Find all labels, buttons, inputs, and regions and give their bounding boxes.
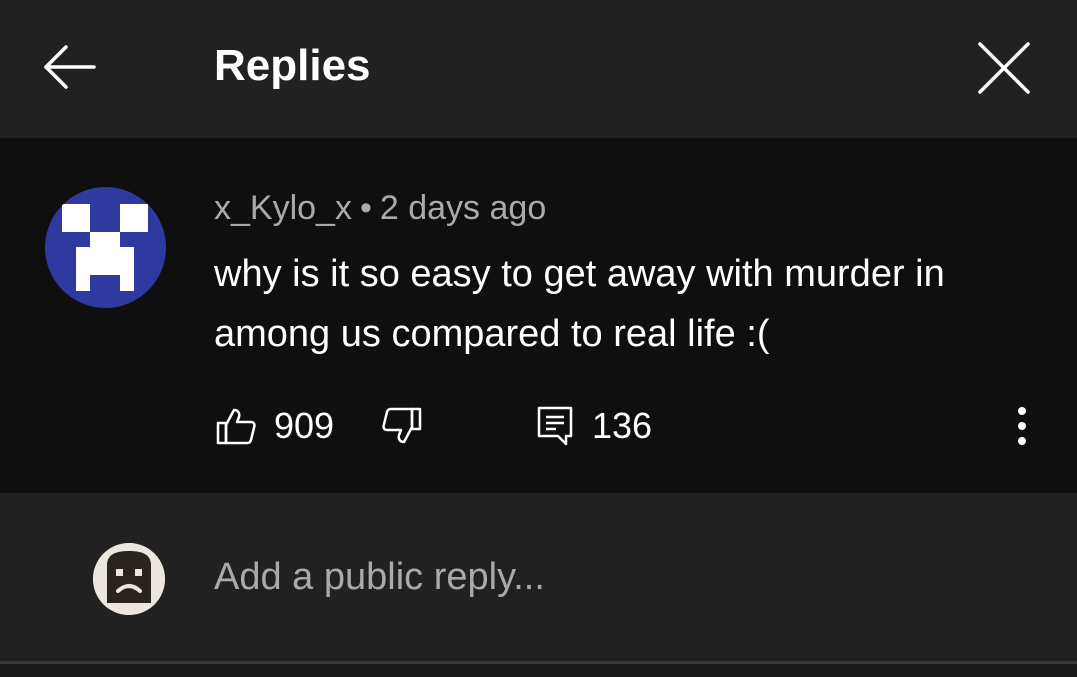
parent-comment: x_Kylo_x • 2 days ago why is it so easy to…	[0, 138, 1077, 493]
reply-bar: Add a public reply...	[0, 493, 1077, 663]
avatar[interactable]	[45, 187, 166, 308]
arrow-left-icon	[44, 45, 96, 89]
thumb-up-icon	[216, 408, 256, 445]
comment-text: why is it so easy to get away with murde…	[214, 253, 945, 355]
reply-input[interactable]: Add a public reply...	[214, 551, 545, 603]
more-vertical-icon	[1018, 407, 1026, 445]
replies-header: Replies	[0, 0, 1077, 138]
comment-icon	[537, 406, 573, 446]
comment-actions: 909 136	[0, 400, 1077, 452]
replies-screen: Replies x_Kylo_x • 2 days ago why is it so…	[0, 0, 1077, 677]
meta-separator: •	[359, 189, 372, 227]
like-button[interactable]: 909	[216, 400, 334, 452]
dislike-button[interactable]	[382, 400, 422, 452]
thumb-down-icon	[382, 407, 422, 444]
comment-meta: x_Kylo_x • 2 days ago	[214, 188, 546, 228]
more-options-button[interactable]	[1002, 400, 1042, 452]
bottom-strip	[0, 664, 1077, 677]
page-title: Replies	[214, 41, 371, 90]
reply-count-button[interactable]: 136	[536, 400, 652, 452]
back-button[interactable]	[34, 36, 106, 98]
sad-toast-avatar	[93, 543, 165, 615]
like-count: 909	[274, 405, 335, 446]
comment-timestamp: 2 days ago	[379, 189, 547, 227]
user-avatar	[93, 543, 165, 615]
creeper-face-avatar	[45, 187, 166, 308]
comment-author[interactable]: x_Kylo_x	[214, 189, 352, 227]
reply-count: 136	[592, 405, 653, 446]
close-icon	[978, 42, 1030, 94]
close-button[interactable]	[968, 32, 1040, 104]
